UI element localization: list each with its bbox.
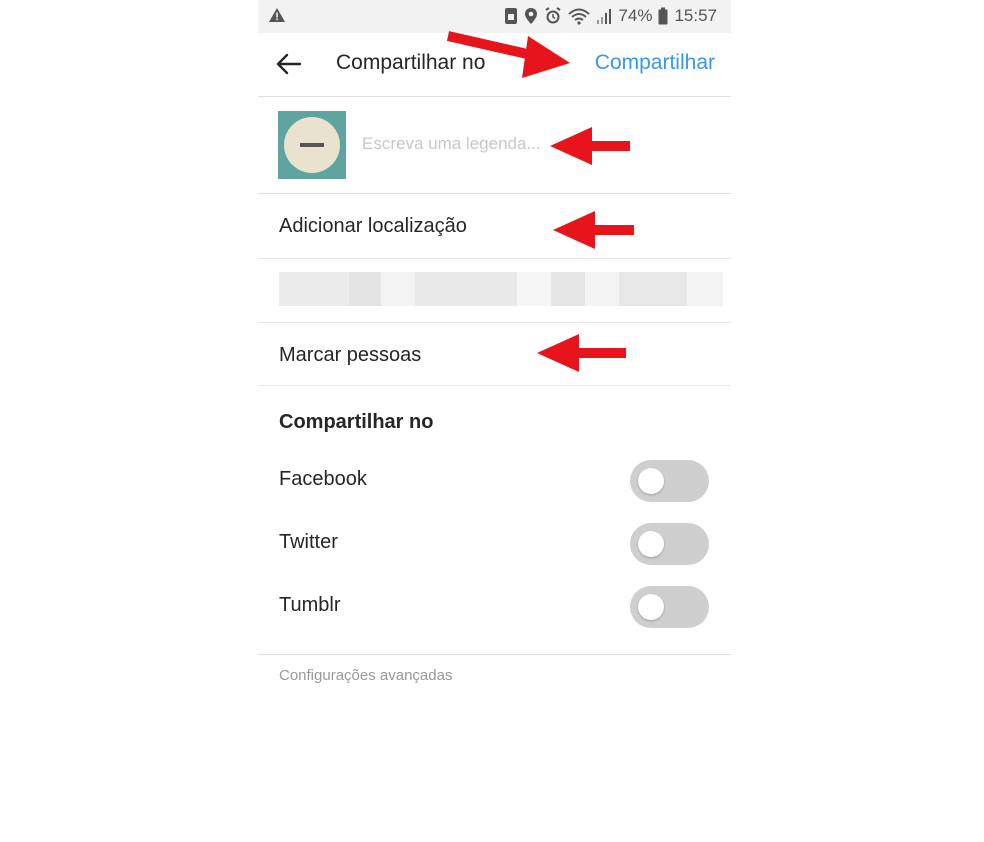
facebook-label: Facebook [279, 468, 367, 490]
warning-icon [269, 8, 285, 22]
tumblr-row: Tumblr [258, 582, 731, 632]
caption-input[interactable] [362, 131, 622, 157]
share-section-title: Compartilhar no [279, 411, 434, 433]
clock: 15:57 [674, 6, 717, 25]
tag-people-row[interactable]: Marcar pessoas [258, 323, 731, 386]
back-arrow-icon[interactable] [276, 51, 302, 77]
facebook-row: Facebook [258, 456, 731, 506]
battery-icon [658, 7, 668, 25]
location-suggestions [258, 259, 731, 323]
blurred-suggestions[interactable] [279, 272, 723, 306]
toggle-knob [638, 594, 664, 620]
divider [258, 654, 731, 655]
tag-people-label: Marcar pessoas [279, 344, 422, 366]
caption-row [258, 97, 731, 194]
add-location-label: Adicionar localização [279, 215, 467, 237]
signal-icon [597, 9, 612, 24]
twitter-label: Twitter [279, 531, 338, 553]
twitter-toggle[interactable] [630, 523, 709, 565]
tumblr-label: Tumblr [279, 594, 341, 616]
share-screen: 74% 15:57 Compartilhar no Compartilhar A… [258, 0, 731, 842]
battery-percent: 74% [618, 6, 653, 25]
thumbnail-mark [300, 143, 324, 147]
wifi-icon [568, 8, 591, 25]
alarm-icon [545, 7, 561, 24]
page-title: Compartilhar no [336, 51, 486, 74]
advanced-settings-link[interactable]: Configurações avançadas [279, 667, 452, 684]
post-thumbnail [278, 111, 346, 179]
add-location-row[interactable]: Adicionar localização [258, 194, 731, 259]
twitter-row: Twitter [258, 519, 731, 569]
tumblr-toggle[interactable] [630, 586, 709, 628]
toggle-knob [638, 468, 664, 494]
top-bar: Compartilhar no Compartilhar [258, 33, 731, 97]
share-button[interactable]: Compartilhar [595, 51, 715, 75]
facebook-toggle[interactable] [630, 460, 709, 502]
location-icon [525, 8, 538, 24]
toggle-knob [638, 531, 664, 557]
status-bar: 74% 15:57 [258, 0, 731, 33]
sim-icon [505, 8, 518, 24]
